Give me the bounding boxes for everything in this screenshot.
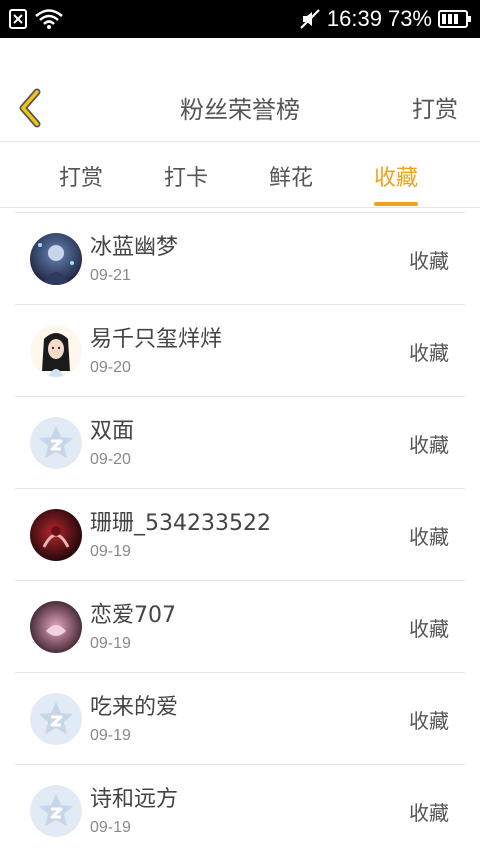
avatar	[30, 325, 82, 377]
avatar	[30, 417, 82, 469]
item-action-label: 收藏	[409, 433, 449, 457]
active-tab-indicator	[374, 202, 419, 206]
wifi-icon	[34, 8, 64, 30]
tab-favorites[interactable]: 收藏	[374, 160, 419, 206]
user-name: 恋爱707	[90, 603, 176, 628]
avatar	[30, 601, 82, 653]
user-name: 双面	[90, 419, 135, 444]
item-date: 09-19	[90, 635, 131, 652]
list-item[interactable]: 珊珊_534233522 09-19 收藏	[15, 489, 465, 581]
status-bar: 16:39 73%	[0, 0, 480, 38]
tab-reward[interactable]: 打赏	[59, 160, 103, 192]
item-date: 09-20	[90, 359, 131, 376]
avatar	[30, 693, 82, 745]
item-date: 09-20	[90, 451, 131, 468]
tab-bar: 打赏 打卡 鲜花 收藏	[0, 142, 480, 208]
list-item[interactable]: 双面 09-20 收藏	[15, 397, 465, 489]
tab-label: 打赏	[59, 166, 104, 191]
item-date: 09-21	[90, 267, 131, 284]
user-name: 诗和远方	[90, 787, 179, 812]
user-name: 珊珊_534233522	[90, 511, 271, 536]
list-item[interactable]: 恋爱707 09-19 收藏	[15, 581, 465, 673]
user-name: 吃来的爱	[90, 695, 179, 720]
default-avatar-icon	[30, 417, 82, 469]
item-action-label: 收藏	[409, 709, 449, 733]
tab-checkin[interactable]: 打卡	[164, 160, 208, 192]
mute-icon	[299, 8, 321, 30]
battery-percent: 73%	[387, 6, 432, 31]
avatar	[30, 509, 82, 561]
reward-button[interactable]: 打赏	[412, 90, 458, 124]
default-avatar-icon	[30, 693, 82, 745]
item-action-label: 收藏	[409, 525, 449, 549]
fan-list: 冰蓝幽梦 09-21 收藏 易千只玺烊烊 09-20 收藏 双面 09-20 收…	[15, 212, 465, 854]
page-title: 粉丝荣誉榜	[180, 96, 300, 124]
default-avatar-icon	[30, 785, 82, 837]
tab-label: 打卡	[164, 166, 209, 191]
item-action-label: 收藏	[409, 801, 449, 825]
tab-label: 鲜花	[269, 166, 314, 191]
item-date: 09-19	[90, 727, 131, 744]
clock-text: 16:39	[326, 6, 382, 31]
item-action-label: 收藏	[409, 249, 449, 273]
item-action-label: 收藏	[409, 617, 449, 641]
tab-flowers[interactable]: 鲜花	[269, 160, 313, 192]
user-name: 易千只玺烊烊	[90, 327, 223, 352]
list-item[interactable]: 诗和远方 09-19 收藏	[15, 765, 465, 854]
sim-off-icon	[8, 8, 28, 30]
tab-label: 收藏	[374, 166, 419, 191]
item-date: 09-19	[90, 819, 131, 836]
item-date: 09-19	[90, 543, 131, 560]
app-header: 粉丝荣誉榜 打赏	[0, 38, 480, 142]
list-item[interactable]: 吃来的爱 09-19 收藏	[15, 673, 465, 765]
avatar	[30, 785, 82, 837]
item-action-label: 收藏	[409, 341, 449, 365]
list-item[interactable]: 冰蓝幽梦 09-21 收藏	[15, 213, 465, 305]
user-name: 冰蓝幽梦	[90, 235, 179, 260]
battery-icon	[438, 9, 472, 29]
list-item[interactable]: 易千只玺烊烊 09-20 收藏	[15, 305, 465, 397]
avatar	[30, 233, 82, 285]
